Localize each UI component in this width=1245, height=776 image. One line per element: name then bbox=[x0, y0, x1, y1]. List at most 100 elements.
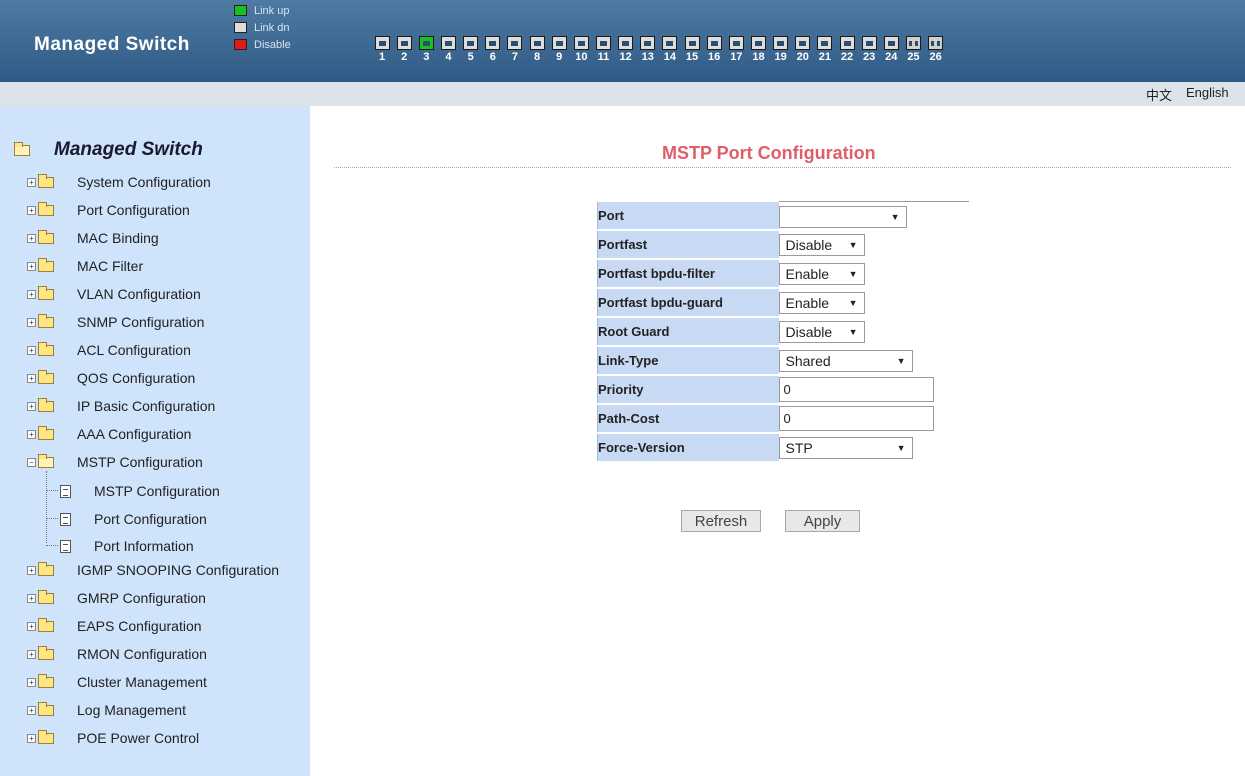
port-18[interactable]: 18 bbox=[747, 36, 769, 63]
expand-icon[interactable]: + bbox=[27, 649, 36, 659]
port-select[interactable]: ▼ bbox=[778, 205, 907, 228]
expand-icon[interactable]: + bbox=[27, 233, 36, 243]
port-4[interactable]: 4 bbox=[437, 36, 459, 63]
port-16[interactable]: 16 bbox=[703, 36, 725, 63]
sidebar-item[interactable]: + AAA Configuration bbox=[27, 423, 191, 445]
port-21[interactable]: 21 bbox=[814, 36, 836, 63]
port-24[interactable]: 24 bbox=[880, 36, 902, 63]
sidebar-item[interactable]: + IP Basic Configuration bbox=[27, 395, 215, 417]
form-row-bpdu-guard: Portfast bpdu-guard Enable ▼ bbox=[597, 287, 969, 318]
expand-icon[interactable]: + bbox=[27, 593, 36, 603]
expand-icon[interactable]: + bbox=[27, 205, 36, 215]
port-15[interactable]: 15 bbox=[681, 36, 703, 63]
collapse-icon[interactable]: − bbox=[27, 457, 36, 467]
root-guard-select[interactable]: Disable ▼ bbox=[778, 320, 865, 343]
sidebar-item[interactable]: + RMON Configuration bbox=[27, 643, 207, 665]
expand-icon[interactable]: + bbox=[27, 345, 36, 355]
expand-icon[interactable]: + bbox=[27, 677, 36, 687]
priority-input[interactable]: 0 bbox=[778, 377, 934, 402]
port-7[interactable]: 7 bbox=[504, 36, 526, 63]
field-label: Portfast bbox=[597, 230, 779, 260]
port-6[interactable]: 6 bbox=[482, 36, 504, 63]
bpdu-filter-select[interactable]: Enable ▼ bbox=[778, 262, 865, 285]
sidebar-item[interactable]: + Port Configuration bbox=[27, 199, 190, 221]
port-status-icon bbox=[839, 36, 855, 50]
port-19[interactable]: 19 bbox=[770, 36, 792, 63]
select-value: Disable bbox=[785, 323, 833, 340]
port-20[interactable]: 20 bbox=[792, 36, 814, 63]
sidebar-item[interactable]: + EAPS Configuration bbox=[27, 615, 202, 637]
folder-icon bbox=[38, 285, 54, 300]
chevron-down-icon: ▼ bbox=[896, 355, 906, 366]
apply-button[interactable]: Apply bbox=[785, 510, 860, 532]
sidebar-item[interactable]: + MAC Filter bbox=[27, 255, 143, 277]
port-13[interactable]: 13 bbox=[637, 36, 659, 63]
port-status-icon bbox=[551, 36, 567, 50]
expand-icon[interactable]: + bbox=[27, 317, 36, 327]
sidebar-item[interactable]: + System Configuration bbox=[27, 171, 211, 193]
port-1[interactable]: 1 bbox=[371, 36, 393, 63]
expand-icon[interactable]: + bbox=[27, 373, 36, 383]
bpdu-guard-select[interactable]: Enable ▼ bbox=[778, 291, 865, 314]
port-26[interactable]: 26 bbox=[925, 36, 947, 63]
port-11[interactable]: 11 bbox=[592, 36, 614, 63]
expand-icon[interactable]: + bbox=[27, 733, 36, 743]
sidebar-subitem[interactable]: Port Information bbox=[60, 535, 194, 557]
port-5[interactable]: 5 bbox=[460, 36, 482, 63]
sidebar-item[interactable]: + Log Management bbox=[27, 699, 186, 721]
expand-icon[interactable]: + bbox=[27, 621, 36, 631]
sidebar-item[interactable]: + Cluster Management bbox=[27, 671, 207, 693]
expand-icon[interactable]: + bbox=[27, 705, 36, 715]
tree-root[interactable]: Managed Switch bbox=[14, 139, 203, 161]
port-number: 23 bbox=[863, 51, 876, 63]
sidebar-item-label: IP Basic Configuration bbox=[77, 398, 216, 414]
port-8[interactable]: 8 bbox=[526, 36, 548, 63]
folder-icon bbox=[38, 617, 54, 632]
sidebar-item[interactable]: + SNMP Configuration bbox=[27, 311, 204, 333]
portfast-select[interactable]: Disable ▼ bbox=[778, 233, 865, 256]
sidebar-item[interactable]: + IGMP SNOOPING Configuration bbox=[27, 559, 279, 581]
port-status-icon bbox=[396, 36, 412, 50]
sidebar-item[interactable]: + QOS Configuration bbox=[27, 367, 195, 389]
language-chinese-link[interactable]: 中文 bbox=[1146, 85, 1172, 104]
port-status-icon bbox=[795, 36, 811, 50]
refresh-button[interactable]: Refresh bbox=[681, 510, 761, 532]
sidebar-item[interactable]: + GMRP Configuration bbox=[27, 587, 206, 609]
port-2[interactable]: 2 bbox=[393, 36, 415, 63]
expand-icon[interactable]: + bbox=[27, 429, 36, 439]
port-17[interactable]: 17 bbox=[725, 36, 747, 63]
select-value: Shared bbox=[785, 352, 831, 369]
folder-icon bbox=[38, 397, 54, 412]
folder-icon bbox=[38, 561, 54, 576]
link-type-select[interactable]: Shared ▼ bbox=[778, 349, 913, 372]
expand-icon[interactable]: + bbox=[27, 289, 36, 299]
sidebar-item[interactable]: + POE Power Control bbox=[27, 727, 199, 749]
port-22[interactable]: 22 bbox=[836, 36, 858, 63]
port-3[interactable]: 3 bbox=[415, 36, 437, 63]
form-row-port: Port ▼ bbox=[597, 201, 969, 231]
sidebar-item[interactable]: + MAC Binding bbox=[27, 227, 159, 249]
port-14[interactable]: 14 bbox=[659, 36, 681, 63]
sidebar-item[interactable]: + ACL Configuration bbox=[27, 339, 191, 361]
expand-icon[interactable]: + bbox=[27, 261, 36, 271]
expand-icon[interactable]: + bbox=[27, 401, 36, 411]
language-english-link[interactable]: English bbox=[1186, 85, 1229, 100]
expand-icon[interactable]: + bbox=[27, 565, 36, 575]
port-12[interactable]: 12 bbox=[615, 36, 637, 63]
port-number: 17 bbox=[730, 51, 743, 63]
sidebar-subitem[interactable]: MSTP Configuration bbox=[60, 480, 220, 502]
sidebar-subitem[interactable]: Port Configuration bbox=[60, 508, 207, 530]
folder-icon bbox=[38, 729, 54, 744]
sidebar-item[interactable]: − MSTP Configuration bbox=[27, 451, 203, 473]
port-9[interactable]: 9 bbox=[548, 36, 570, 63]
folder-icon bbox=[38, 201, 54, 216]
port-10[interactable]: 10 bbox=[570, 36, 592, 63]
port-23[interactable]: 23 bbox=[858, 36, 880, 63]
folder-icon bbox=[38, 313, 54, 328]
sidebar-item[interactable]: + VLAN Configuration bbox=[27, 283, 201, 305]
force-version-select[interactable]: STP ▼ bbox=[778, 436, 913, 459]
path-cost-input[interactable]: 0 bbox=[778, 406, 934, 431]
port-25[interactable]: 25 bbox=[902, 36, 924, 63]
port-status-icon bbox=[573, 36, 589, 50]
expand-icon[interactable]: + bbox=[27, 177, 36, 187]
